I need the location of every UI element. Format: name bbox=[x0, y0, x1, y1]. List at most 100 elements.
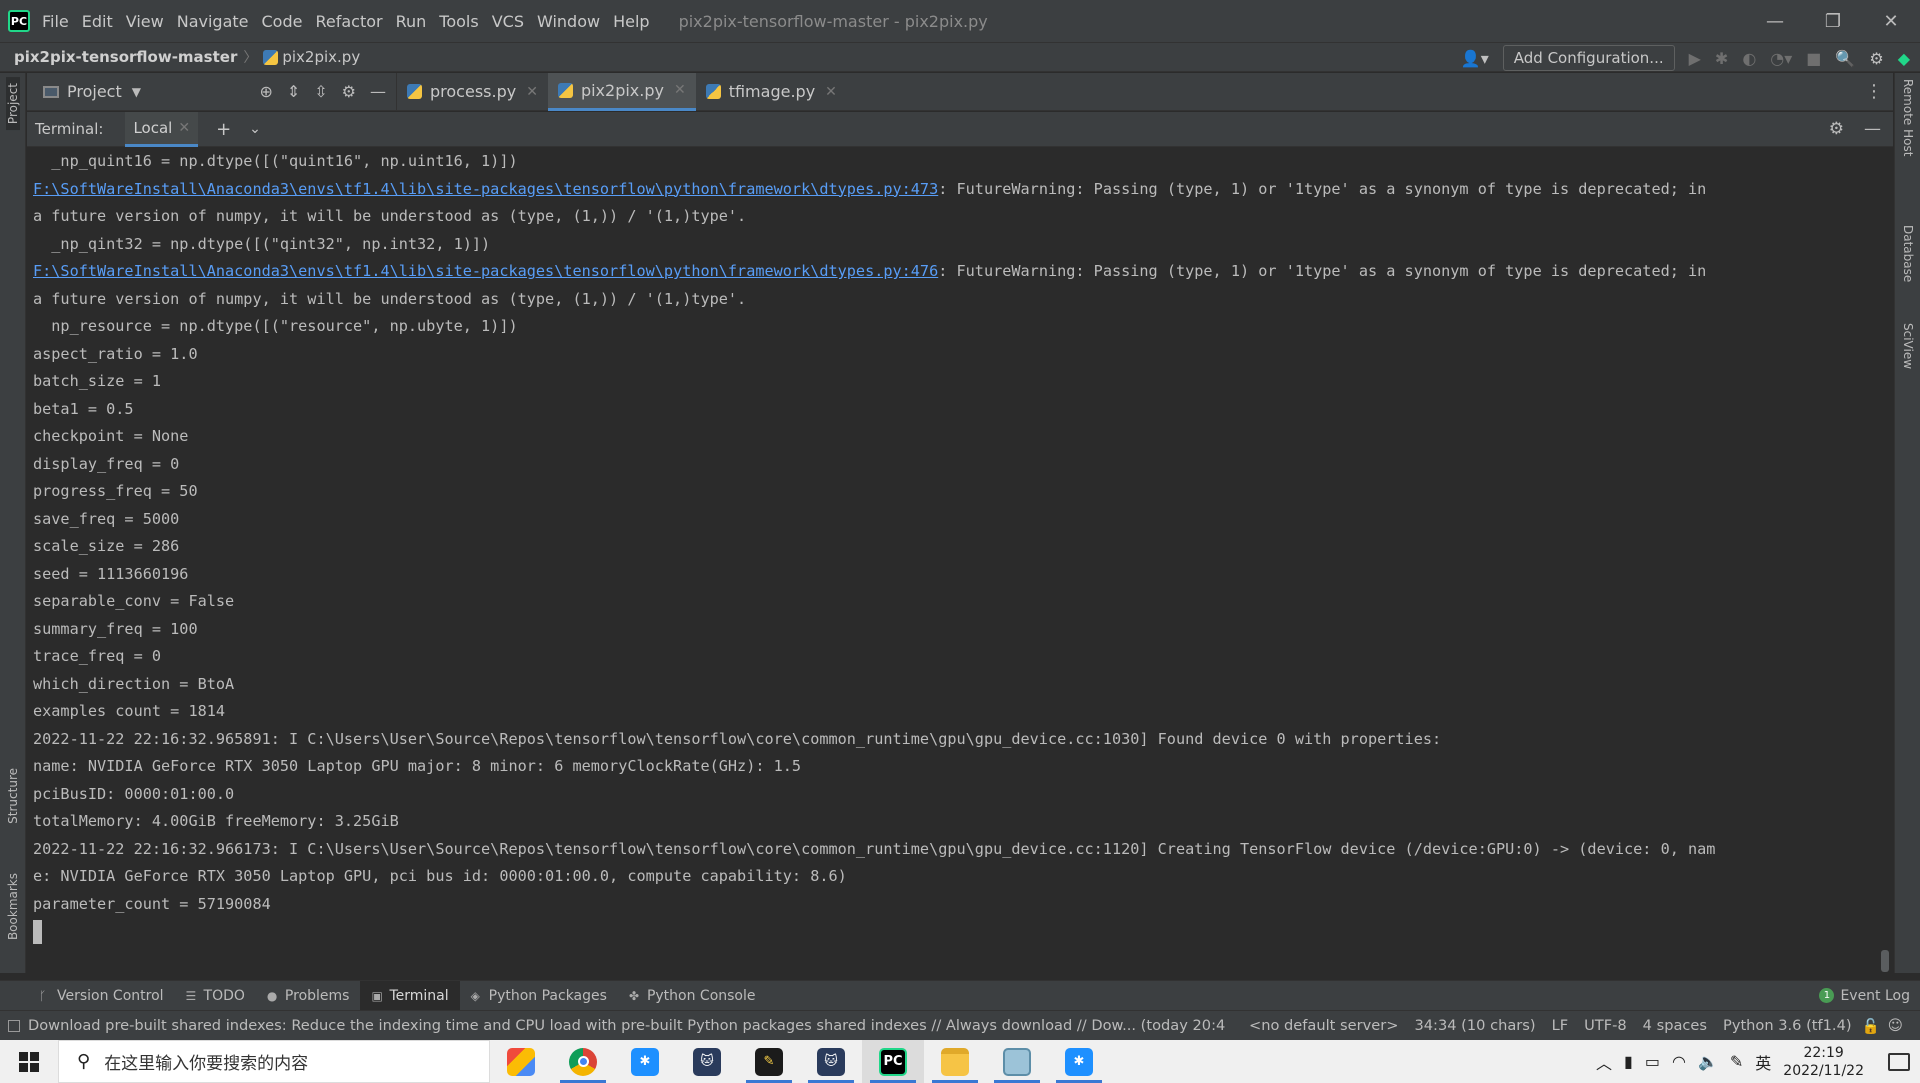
menu-window[interactable]: Window bbox=[537, 12, 600, 31]
menu-vcs[interactable]: VCS bbox=[492, 12, 524, 31]
terminal-line: summary_freq = 100 bbox=[33, 616, 1893, 644]
taskbar-clock[interactable]: 22:19 2022/11/22 bbox=[1783, 1044, 1864, 1080]
taskbar-app-dingtalk-2[interactable]: ✱ bbox=[1048, 1040, 1110, 1083]
remote-host-tool-tab[interactable]: Remote Host bbox=[1901, 79, 1915, 156]
sciview-tool-tab[interactable]: SciView bbox=[1901, 323, 1915, 369]
project-tool-tab[interactable]: Project bbox=[6, 77, 20, 131]
user-account-icon[interactable]: 👤▾ bbox=[1461, 49, 1489, 68]
new-terminal-plus-icon[interactable]: + bbox=[216, 119, 231, 140]
status-indent[interactable]: 4 spaces bbox=[1643, 1017, 1707, 1034]
terminal-settings-gear-icon[interactable]: ⚙ bbox=[1829, 119, 1844, 139]
ime-indicator[interactable]: 英 bbox=[1755, 1050, 1771, 1074]
terminal-line: F:\SoftWareInstall\Anaconda3\envs\tf1.4\… bbox=[33, 258, 1893, 286]
add-configuration-button[interactable]: Add Configuration... bbox=[1502, 45, 1675, 71]
debug-icon[interactable]: ✱ bbox=[1715, 49, 1728, 68]
status-toggle-icon[interactable] bbox=[8, 1019, 20, 1032]
menu-view[interactable]: View bbox=[126, 12, 164, 31]
taskbar-app-colorful[interactable] bbox=[490, 1040, 552, 1083]
pen-icon[interactable]: ✎ bbox=[1730, 1052, 1743, 1071]
taskbar-app-file-explorer[interactable] bbox=[924, 1040, 986, 1083]
minimize-button[interactable]: — bbox=[1746, 0, 1804, 42]
close-tab-icon[interactable]: ✕ bbox=[825, 84, 837, 100]
tab-tfimage-py[interactable]: tfimage.py ✕ bbox=[696, 73, 847, 111]
status-message[interactable]: Download pre-built shared indexes: Reduc… bbox=[8, 1017, 1233, 1034]
hide-terminal-icon[interactable]: — bbox=[1864, 119, 1881, 139]
coverage-icon[interactable]: ◐ bbox=[1742, 49, 1756, 68]
inspection-icon[interactable]: ☺ bbox=[1888, 1017, 1903, 1034]
terminal-file-link[interactable]: F:\SoftWareInstall\Anaconda3\envs\tf1.4\… bbox=[33, 262, 938, 280]
terminal-file-link[interactable]: F:\SoftWareInstall\Anaconda3\envs\tf1.4\… bbox=[33, 180, 938, 198]
stop-icon[interactable]: ■ bbox=[1806, 49, 1821, 68]
taskbar-app-window[interactable] bbox=[986, 1040, 1048, 1083]
restore-button[interactable]: ❐ bbox=[1804, 0, 1862, 42]
breadcrumb-project[interactable]: pix2pix-tensorflow-master bbox=[14, 48, 237, 66]
tab-process-py[interactable]: process.py ✕ bbox=[397, 73, 548, 111]
start-button[interactable] bbox=[0, 1040, 58, 1083]
taskbar-search[interactable]: ⚲ 在这里输入你要搜索的内容 bbox=[58, 1040, 490, 1083]
right-tool-stripe: Remote Host Database SciView bbox=[1894, 73, 1920, 973]
terminal-scrollbar[interactable] bbox=[1881, 950, 1889, 972]
terminal-line-text: save_freq = 5000 bbox=[33, 509, 180, 528]
tab-pix2pix-py[interactable]: pix2pix.py ✕ bbox=[547, 72, 696, 111]
close-window-button[interactable]: ✕ bbox=[1862, 0, 1920, 42]
tool-terminal[interactable]: ▣ Terminal bbox=[360, 980, 460, 1011]
tool-python-packages[interactable]: ◈ Python Packages bbox=[460, 981, 618, 1011]
volume-icon[interactable]: 🔈 bbox=[1698, 1052, 1718, 1071]
breadcrumb-file[interactable]: pix2pix.py bbox=[263, 48, 360, 66]
close-tab-icon[interactable]: ✕ bbox=[178, 120, 190, 136]
wifi-icon[interactable]: ◠ bbox=[1672, 1052, 1686, 1071]
expand-all-icon[interactable]: ⇕ bbox=[287, 82, 300, 101]
tool-problems[interactable]: ● Problems bbox=[256, 981, 361, 1011]
taskbar-app-notes[interactable]: ✎ bbox=[738, 1040, 800, 1083]
menu-file[interactable]: File bbox=[42, 12, 69, 31]
tool-python-console[interactable]: ✤ Python Console bbox=[618, 981, 767, 1011]
collapse-all-icon[interactable]: ⇳ bbox=[314, 82, 327, 101]
battery-icon[interactable]: ▭ bbox=[1645, 1052, 1660, 1071]
settings-gear-icon[interactable]: ⚙ bbox=[1869, 49, 1883, 68]
options-gear-icon[interactable]: ⚙ bbox=[342, 82, 356, 101]
taskbar-app-cat-2[interactable]: 🐱 bbox=[800, 1040, 862, 1083]
status-interpreter[interactable]: Python 3.6 (tf1.4) bbox=[1723, 1017, 1852, 1034]
tray-expand-chevron-icon[interactable]: ︿ bbox=[1596, 1050, 1612, 1074]
menu-help[interactable]: Help bbox=[613, 12, 649, 31]
menu-edit[interactable]: Edit bbox=[82, 12, 113, 31]
lock-icon[interactable]: 🔓 bbox=[1862, 1017, 1880, 1035]
close-tab-icon[interactable]: ✕ bbox=[674, 82, 686, 98]
tray-bookmark-icon[interactable]: ▮ bbox=[1624, 1052, 1633, 1071]
status-caret-position[interactable]: 34:34 (10 chars) bbox=[1414, 1017, 1535, 1034]
profile-icon[interactable]: ◔▾ bbox=[1770, 49, 1792, 68]
locate-file-icon[interactable]: ⊕ bbox=[259, 82, 272, 101]
status-line-separator[interactable]: LF bbox=[1552, 1017, 1569, 1034]
toolbox-icon[interactable]: ◆ bbox=[1898, 49, 1910, 68]
menu-code[interactable]: Code bbox=[262, 12, 303, 31]
menu-navigate[interactable]: Navigate bbox=[177, 12, 249, 31]
close-tab-icon[interactable]: ✕ bbox=[526, 84, 538, 100]
status-server[interactable]: <no default server> bbox=[1249, 1017, 1398, 1034]
taskbar-app-pycharm[interactable]: PC bbox=[862, 1040, 924, 1083]
taskbar-app-cat[interactable]: 🐱 bbox=[676, 1040, 738, 1083]
project-view-selector[interactable]: Project bbox=[67, 82, 122, 101]
bookmarks-tool-tab[interactable]: Bookmarks bbox=[6, 873, 20, 940]
menu-tools[interactable]: Tools bbox=[439, 12, 478, 31]
tool-version-control[interactable]: ᚴ Version Control bbox=[28, 981, 175, 1011]
status-encoding[interactable]: UTF-8 bbox=[1584, 1017, 1627, 1034]
event-log-button[interactable]: 1 Event Log bbox=[1819, 988, 1910, 1004]
list-icon: ☰ bbox=[185, 988, 197, 1003]
hide-panel-icon[interactable]: — bbox=[370, 82, 386, 101]
chevron-down-icon[interactable]: ▼ bbox=[132, 85, 141, 99]
terminal-tab-local[interactable]: Local ✕ bbox=[125, 111, 199, 147]
menu-run[interactable]: Run bbox=[396, 12, 427, 31]
tool-todo[interactable]: ☰ TODO bbox=[175, 981, 256, 1011]
taskbar-app-chrome[interactable] bbox=[552, 1040, 614, 1083]
terminal-line-text: examples count = 1814 bbox=[33, 702, 226, 720]
taskbar-app-dingtalk[interactable]: ✱ bbox=[614, 1040, 676, 1083]
menu-refactor[interactable]: Refactor bbox=[315, 12, 382, 31]
notification-icon[interactable] bbox=[1888, 1052, 1910, 1071]
run-icon[interactable]: ▶ bbox=[1689, 49, 1701, 68]
chevron-down-icon[interactable]: ⌄ bbox=[249, 121, 261, 137]
more-options-icon[interactable]: ⋮ bbox=[1865, 81, 1883, 102]
terminal-output[interactable]: _np_quint16 = np.dtype([("quint16", np.u… bbox=[27, 148, 1893, 976]
database-tool-tab[interactable]: Database bbox=[1901, 225, 1915, 282]
search-icon[interactable]: 🔍 bbox=[1835, 49, 1855, 68]
structure-tool-tab[interactable]: Structure bbox=[6, 768, 20, 824]
